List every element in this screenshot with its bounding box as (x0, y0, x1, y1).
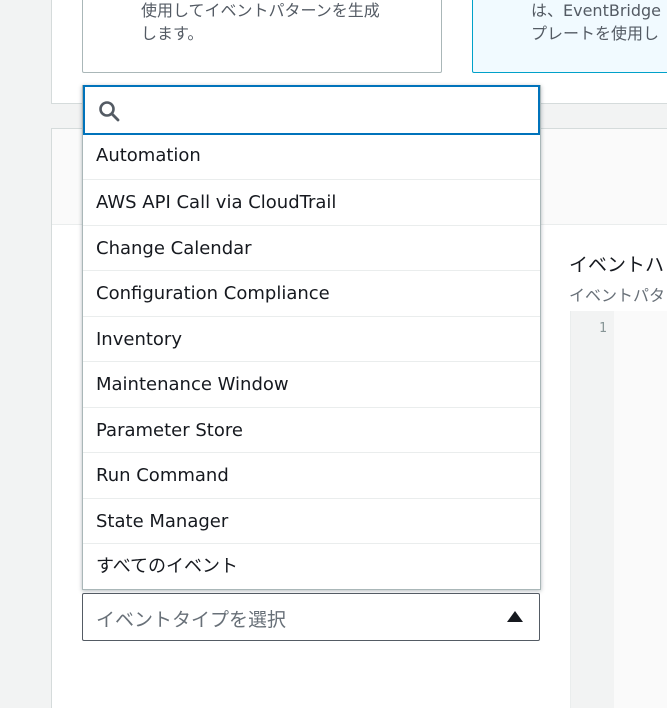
option-card-text: 使用してイベントパターンを生成 (141, 1, 380, 20)
event-type-dropdown: Automation AWS API Call via CloudTrail C… (82, 85, 541, 590)
option-card-text: します。 (141, 24, 204, 43)
list-item-automation[interactable]: Automation (83, 135, 540, 179)
list-item-state-manager[interactable]: State Manager (83, 497, 540, 544)
list-item-run-command[interactable]: Run Command (83, 452, 540, 498)
option-card-schema[interactable]: 使用してイベントパターンを生成 します。 (82, 0, 442, 73)
editor-gutter (571, 311, 614, 708)
page: 使用してイベントパターンを生成 します。 は、EventBridge プレートを… (0, 0, 667, 708)
list-item-inventory[interactable]: Inventory (83, 315, 540, 362)
event-pattern-description: イベントパタ (569, 286, 666, 305)
list-item-all-events[interactable]: すべてのイベント (83, 543, 540, 589)
caret-up-icon (507, 611, 523, 622)
list-item-maintenance-window[interactable]: Maintenance Window (83, 361, 540, 407)
option-card-text: は、EventBridge (531, 1, 661, 20)
list-item-aws-api-call[interactable]: AWS API Call via CloudTrail (83, 179, 540, 225)
event-pattern-editor[interactable]: 1 (570, 311, 667, 708)
option-card-template[interactable]: は、EventBridge プレートを使用し (472, 0, 667, 73)
event-type-select[interactable]: イベントタイプを選択 (82, 593, 540, 641)
dropdown-search[interactable] (83, 85, 540, 135)
search-icon (99, 101, 120, 122)
editor-line-number: 1 (599, 321, 607, 336)
list-item-parameter-store[interactable]: Parameter Store (83, 406, 540, 453)
event-pattern-title: イベントハ (569, 254, 665, 276)
option-card-text: プレートを使用し (531, 24, 660, 43)
search-input[interactable] (129, 95, 529, 125)
list-item-change-calendar[interactable]: Change Calendar (83, 224, 540, 271)
list-item-configuration-compliance[interactable]: Configuration Compliance (83, 270, 540, 316)
select-placeholder: イベントタイプを選択 (96, 609, 287, 631)
event-type-list: Automation AWS API Call via CloudTrail C… (83, 135, 540, 589)
